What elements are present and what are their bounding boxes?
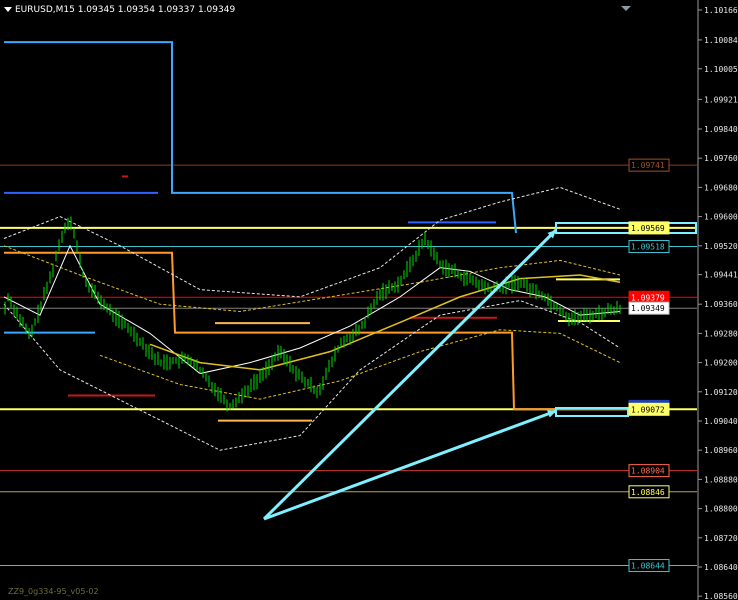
y-tick-label: 1.10166 xyxy=(704,6,738,15)
upper-channel-line xyxy=(4,41,517,234)
y-tick-label: 1.08640 xyxy=(704,563,738,572)
y-tick-label: 1.08800 xyxy=(704,505,738,514)
y-tick-label: 1.09120 xyxy=(704,388,738,397)
y-tick-label: 1.08560 xyxy=(704,592,738,600)
y-tick-label: 1.09360 xyxy=(704,300,738,309)
y-tick-label: 1.09520 xyxy=(704,242,738,251)
scroll-marker-icon xyxy=(621,6,631,11)
ma-white-line xyxy=(3,244,621,375)
y-tick-label: 1.09921 xyxy=(704,95,738,104)
price-tag-label: 1.09072 xyxy=(631,405,665,414)
symbol-label: EURUSD,M15 xyxy=(15,5,75,15)
collapse-triangle-icon[interactable] xyxy=(4,7,12,12)
y-tick-label: 1.10005 xyxy=(704,65,738,74)
chart-header: EURUSD,M15 1.09345 1.09354 1.09337 1.093… xyxy=(4,5,235,15)
price-tag-label: 1.08644 xyxy=(631,562,665,571)
price-tag-label: 1.08846 xyxy=(631,488,665,497)
y-tick-label: 1.09600 xyxy=(704,213,738,222)
price-tag-label: 1.09349 xyxy=(631,304,665,313)
price-tag-label: 1.09518 xyxy=(631,243,665,252)
y-tick-label: 1.09760 xyxy=(704,154,738,163)
y-tick-label: 1.08960 xyxy=(704,446,738,455)
y-tick-label: 1.10084 xyxy=(704,36,738,45)
price-chart[interactable]: 1.10166 1.10084 1.10005 1.09921 1.09840 1.097… xyxy=(0,0,738,600)
y-tick-label: 1.09680 xyxy=(704,183,738,192)
y-tick-label: 1.09200 xyxy=(704,359,738,368)
price-tag-label: 1.09379 xyxy=(631,293,665,302)
chart-area[interactable]: 1.10166 1.10084 1.10005 1.09921 1.09840 1.097… xyxy=(0,0,738,600)
price-tag-label: 1.08904 xyxy=(631,467,665,476)
y-tick-label: 1.08720 xyxy=(704,534,738,543)
y-tick-label: 1.09840 xyxy=(704,125,738,134)
upper-envelope-line xyxy=(3,186,621,298)
y-tick-label: 1.08880 xyxy=(704,475,738,484)
indicator-label: ZZ9_0g334-95_v05-02 xyxy=(8,587,99,596)
yellow-lower-line xyxy=(99,329,621,400)
target-arrow-down xyxy=(263,409,557,521)
y-tick-label: 1.09280 xyxy=(704,329,738,338)
ohlc-values: 1.09345 1.09354 1.09337 1.09349 xyxy=(77,5,236,15)
price-tag-label: 1.09569 xyxy=(631,224,665,233)
y-tick-label: 1.09441 xyxy=(704,271,738,280)
lower-envelope-line xyxy=(3,300,621,451)
price-tag-label: 1.09741 xyxy=(631,161,665,170)
y-tick-label: 1.09040 xyxy=(704,417,738,426)
